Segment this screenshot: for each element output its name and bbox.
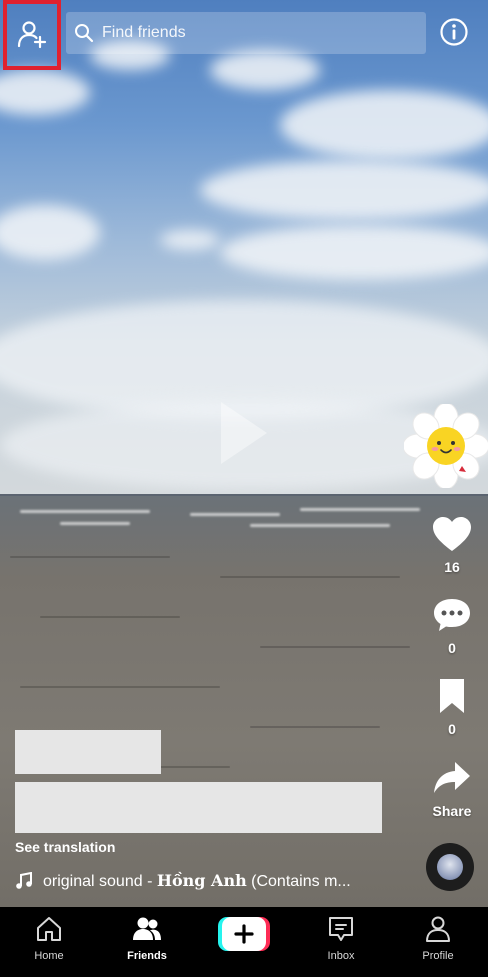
see-translation-link[interactable]: See translation <box>15 839 115 855</box>
music-note-icon <box>16 872 32 889</box>
play-icon[interactable] <box>219 402 269 464</box>
inbox-icon <box>329 917 353 941</box>
sound-author: Hồng Anh <box>156 871 247 890</box>
bottom-nav: Home Friends Inbox Profile <box>0 907 488 977</box>
sound-prefix: original sound - <box>43 873 157 890</box>
create-button[interactable] <box>218 917 270 951</box>
caption-redacted <box>15 782 382 833</box>
nav-home[interactable]: Home <box>9 915 89 962</box>
nav-profile-label: Profile <box>422 950 454 962</box>
add-friend-button[interactable] <box>3 0 61 70</box>
bookmark-button[interactable]: 0 <box>421 678 483 737</box>
sound-disc-cover <box>437 854 463 880</box>
search-icon <box>75 24 94 43</box>
like-button[interactable]: 16 <box>421 516 483 575</box>
search-bar[interactable] <box>66 12 426 54</box>
comment-count: 0 <box>448 640 456 656</box>
home-icon <box>37 917 61 941</box>
sound-disc[interactable] <box>426 843 474 891</box>
like-count: 16 <box>444 559 460 575</box>
nav-inbox-label: Inbox <box>327 950 355 962</box>
bookmark-count: 0 <box>448 721 456 737</box>
bookmark-icon <box>440 679 464 713</box>
comment-button[interactable]: 0 <box>421 597 483 656</box>
video-player[interactable]: 16 0 0 Share See translation orig <box>0 0 488 907</box>
nav-home-label: Home <box>34 950 64 962</box>
sound-link[interactable]: original sound - Hồng Anh (Contains m... <box>15 871 351 891</box>
share-label: Share <box>432 803 472 819</box>
username-redacted <box>15 730 161 774</box>
profile-icon <box>426 916 450 942</box>
creator-avatar[interactable] <box>404 404 488 488</box>
nav-friends-label: Friends <box>127 950 167 962</box>
search-input[interactable] <box>100 23 404 43</box>
friends-icon <box>133 917 161 940</box>
heart-icon <box>433 517 471 551</box>
comment-icon <box>434 599 470 631</box>
add-friend-icon <box>17 21 47 49</box>
nav-inbox[interactable]: Inbox <box>301 915 381 962</box>
nav-profile[interactable]: Profile <box>398 915 478 962</box>
nav-friends[interactable]: Friends <box>107 915 187 962</box>
info-icon[interactable] <box>439 17 469 47</box>
sound-suffix: (Contains m... <box>246 873 351 890</box>
share-icon <box>434 762 470 793</box>
share-button[interactable]: Share <box>421 760 483 819</box>
